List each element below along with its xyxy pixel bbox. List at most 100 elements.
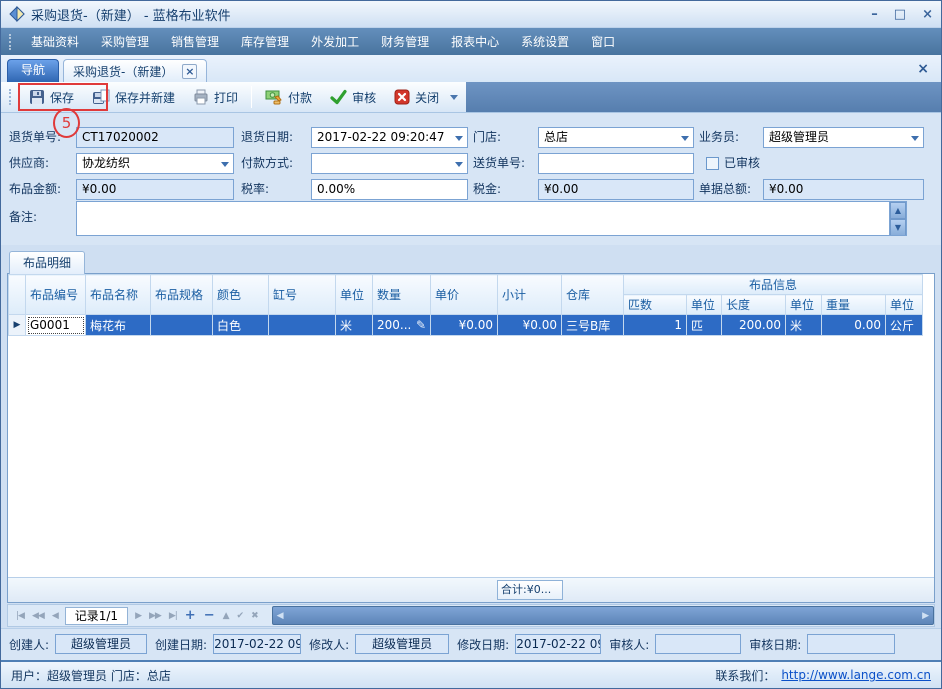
col-header-name[interactable]: 布品名称: [86, 275, 151, 315]
salesman-field[interactable]: 超级管理员: [763, 127, 924, 148]
website-link[interactable]: http://www.lange.com.cn: [781, 668, 931, 682]
col-header-vat[interactable]: 缸号: [269, 275, 336, 315]
col-header-pieces-unit[interactable]: 单位: [687, 295, 722, 315]
menu-sales[interactable]: 销售管理: [160, 29, 230, 55]
dropdown-icon[interactable]: [455, 136, 463, 141]
payment-method-field[interactable]: [311, 153, 468, 174]
cell-qty[interactable]: 200...✎: [373, 315, 431, 336]
col-header-subtotal[interactable]: 小计: [498, 275, 562, 315]
scroll-right-icon[interactable]: ▶: [922, 611, 929, 621]
dropdown-icon[interactable]: [911, 136, 919, 141]
nav-delete-button[interactable]: −: [200, 608, 219, 623]
close-window-button[interactable]: ×: [922, 7, 933, 22]
col-header-unit[interactable]: 单位: [336, 275, 373, 315]
qty-value: 200...: [377, 318, 411, 332]
tabstrip-close-icon[interactable]: ×: [917, 61, 929, 77]
total-amount-field[interactable]: ¥0.00: [763, 179, 924, 200]
col-header-code[interactable]: 布品编号: [26, 275, 86, 315]
minimize-button[interactable]: –: [871, 7, 878, 22]
scroll-up-icon[interactable]: ▲: [890, 202, 906, 219]
delivery-no-label: 送货单号:: [473, 153, 525, 174]
col-header-price[interactable]: 单价: [431, 275, 498, 315]
remark-field[interactable]: ▲ ▼: [76, 201, 907, 236]
menu-basic-data[interactable]: 基础资料: [20, 29, 90, 55]
cell-price[interactable]: ¥0.00: [431, 315, 498, 336]
document-tab-strip: 导航 采购退货-（新建） × ×: [1, 55, 941, 82]
col-header-warehouse[interactable]: 仓库: [562, 275, 624, 315]
dropdown-icon[interactable]: [681, 136, 689, 141]
cell-spec[interactable]: [151, 315, 213, 336]
dropdown-icon[interactable]: [455, 162, 463, 167]
supplier-value: 协龙纺织: [82, 156, 130, 170]
total-amount-label: 单据总额:: [699, 179, 751, 200]
nav-post-button[interactable]: ✔: [233, 611, 248, 621]
cell-vat[interactable]: [269, 315, 336, 336]
tab-close-icon[interactable]: ×: [182, 64, 197, 79]
menu-outsourcing[interactable]: 外发加工: [300, 29, 370, 55]
nav-prior-page-button[interactable]: ◀◀: [28, 611, 48, 621]
menu-finance[interactable]: 财务管理: [370, 29, 440, 55]
cell-name[interactable]: 梅花布: [86, 315, 151, 336]
tax-field[interactable]: ¥0.00: [538, 179, 694, 200]
col-header-color[interactable]: 颜色: [213, 275, 269, 315]
menu-inventory[interactable]: 库存管理: [230, 29, 300, 55]
nav-insert-button[interactable]: +: [181, 608, 200, 623]
table-row[interactable]: ▶ G0001 梅花布 白色 米 200...✎ ¥0.00 ¥0.00 三号B…: [9, 315, 923, 336]
print-button[interactable]: 打印: [184, 84, 247, 110]
horizontal-scrollbar[interactable]: ◀ ▶: [272, 606, 934, 625]
menu-reports[interactable]: 报表中心: [440, 29, 510, 55]
menu-system-settings[interactable]: 系统设置: [510, 29, 580, 55]
tax-rate-field[interactable]: 0.00%: [311, 179, 468, 200]
maximize-button[interactable]: □: [894, 7, 906, 22]
pay-button[interactable]: 付款: [256, 84, 321, 110]
tab-navigation[interactable]: 导航: [7, 59, 59, 82]
cell-subtotal[interactable]: ¥0.00: [498, 315, 562, 336]
col-header-length-unit[interactable]: 单位: [786, 295, 822, 315]
nav-next-page-button[interactable]: ▶▶: [145, 611, 165, 621]
scroll-down-icon[interactable]: ▼: [890, 219, 906, 236]
dropdown-icon[interactable]: [221, 162, 229, 167]
nav-next-button[interactable]: ▶: [131, 611, 145, 621]
return-no-field[interactable]: CT17020002: [76, 127, 234, 148]
menu-purchase[interactable]: 采购管理: [90, 29, 160, 55]
nav-prior-button[interactable]: ◀: [48, 611, 62, 621]
close-dropdown-caret-icon[interactable]: [450, 95, 458, 100]
remark-scrollbar[interactable]: ▲ ▼: [889, 202, 906, 235]
audited-checkbox-label[interactable]: 已审核: [724, 153, 760, 174]
cell-pieces-unit[interactable]: 匹: [687, 315, 722, 336]
cell-unit[interactable]: 米: [336, 315, 373, 336]
cell-warehouse[interactable]: 三号B库: [562, 315, 624, 336]
audit-button-label: 审核: [352, 89, 376, 106]
nav-cancel-button[interactable]: ✖: [247, 611, 262, 621]
cell-weight-unit[interactable]: 公斤: [886, 315, 923, 336]
col-header-spec[interactable]: 布品规格: [151, 275, 213, 315]
tab-purchase-return[interactable]: 采购退货-（新建） ×: [63, 59, 207, 82]
col-header-weight[interactable]: 重量: [822, 295, 886, 315]
return-date-field[interactable]: 2017-02-22 09:20:47: [311, 127, 468, 148]
tab-fabric-detail[interactable]: 布品明细: [9, 251, 85, 274]
cell-pieces[interactable]: 1: [624, 315, 687, 336]
col-header-pieces[interactable]: 匹数: [624, 295, 687, 315]
cell-weight[interactable]: 0.00: [822, 315, 886, 336]
nav-edit-button[interactable]: ▲: [219, 611, 233, 621]
delivery-no-field[interactable]: [538, 153, 694, 174]
fabric-amount-field[interactable]: ¥0.00: [76, 179, 234, 200]
audit-date-field: [807, 634, 895, 654]
nav-first-button[interactable]: |◀: [12, 611, 28, 621]
cell-color[interactable]: 白色: [213, 315, 269, 336]
tax-rate-label: 税率:: [241, 179, 269, 200]
audit-button[interactable]: 审核: [321, 84, 385, 110]
nav-last-button[interactable]: ▶|: [165, 611, 181, 621]
cell-length[interactable]: 200.00: [722, 315, 786, 336]
col-header-length[interactable]: 长度: [722, 295, 786, 315]
cell-length-unit[interactable]: 米: [786, 315, 822, 336]
scroll-left-icon[interactable]: ◀: [277, 611, 284, 621]
col-header-weight-unit[interactable]: 单位: [886, 295, 923, 315]
close-document-button[interactable]: 关闭: [385, 84, 448, 110]
col-header-qty[interactable]: 数量: [373, 275, 431, 315]
cell-code[interactable]: G0001: [26, 315, 86, 336]
audited-checkbox[interactable]: [706, 157, 719, 170]
supplier-field[interactable]: 协龙纺织: [76, 153, 234, 174]
menu-window[interactable]: 窗口: [580, 29, 626, 55]
store-field[interactable]: 总店: [538, 127, 694, 148]
